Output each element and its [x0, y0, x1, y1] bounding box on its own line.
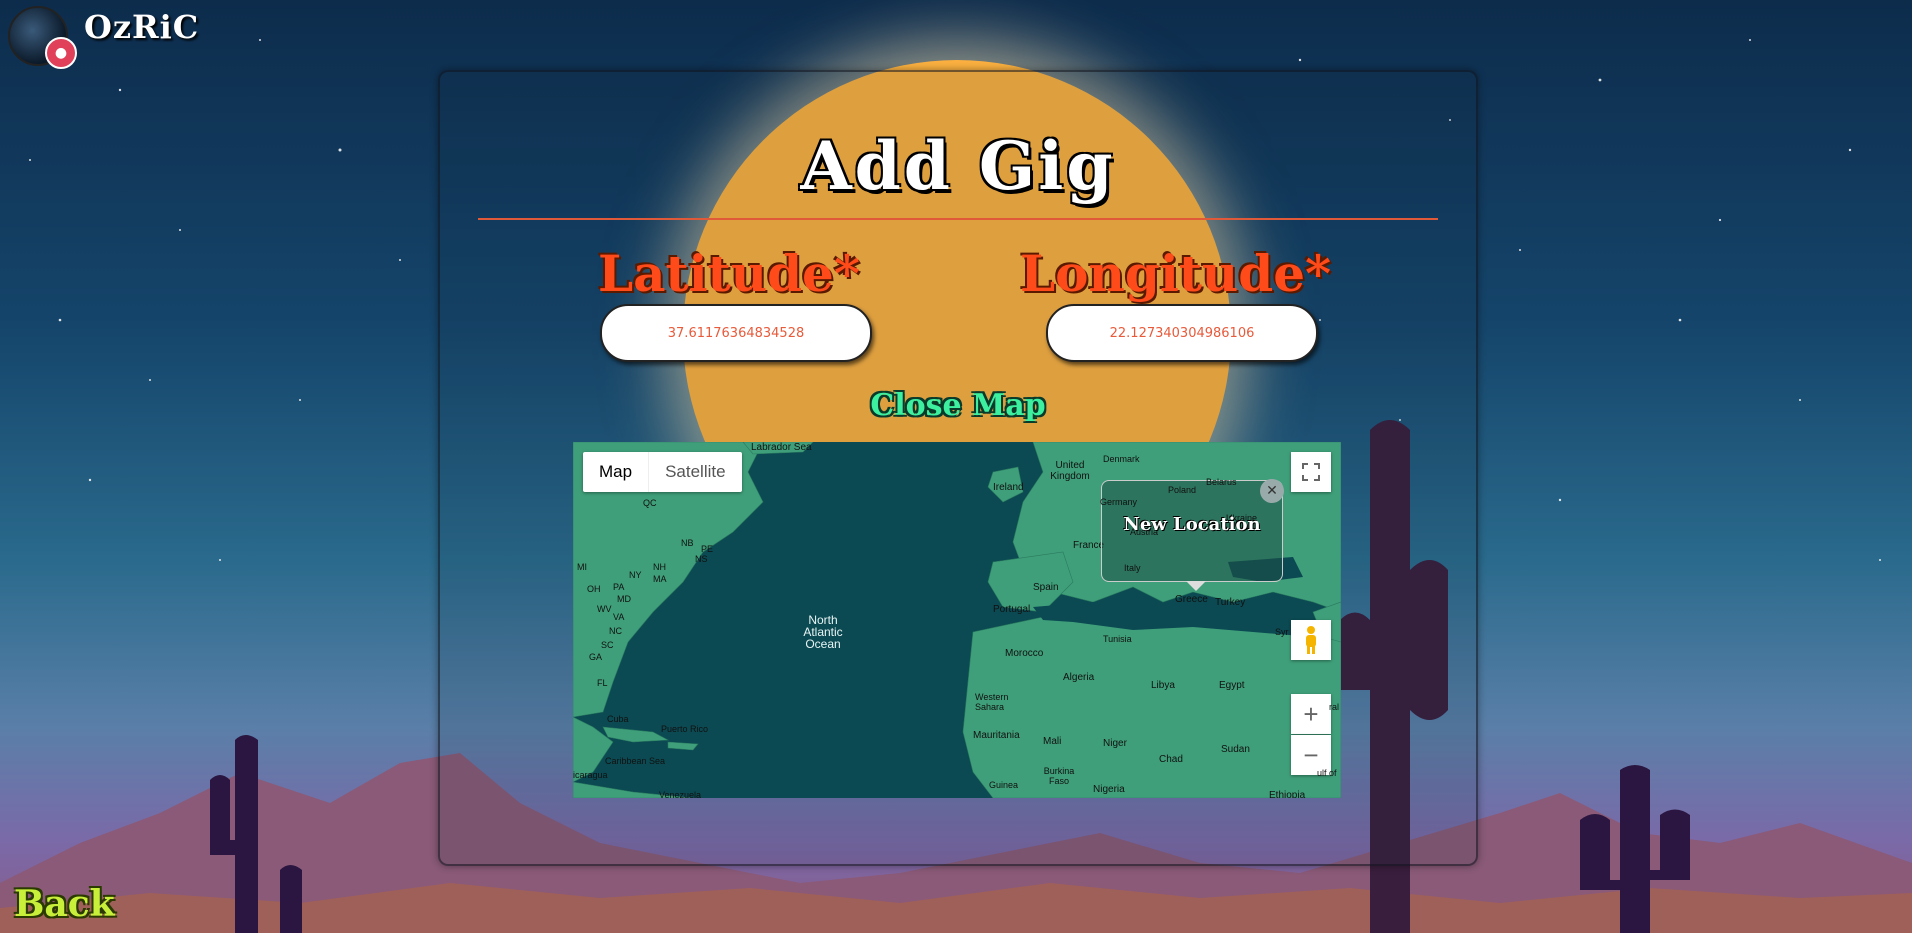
map-type-control: Map Satellite	[583, 452, 742, 492]
map-label: MI	[577, 562, 587, 572]
map-label: GA	[589, 652, 603, 662]
map-label: United Kingdom	[1050, 460, 1090, 482]
map-type-satellite-button[interactable]: Satellite	[648, 452, 741, 492]
map-label: FL	[597, 678, 608, 688]
map-label: Labrador Sea	[751, 442, 812, 453]
map-label: OH	[587, 584, 601, 594]
latitude-label: Latitude*	[598, 244, 861, 303]
map-label: Belarus	[1206, 477, 1237, 487]
back-button[interactable]: Back	[14, 883, 115, 925]
map-label: NC	[609, 626, 622, 636]
map-label: Western Sahara	[975, 692, 1009, 712]
map-label: ulf of	[1317, 768, 1337, 778]
map-label: ral	[1329, 702, 1340, 712]
map-label: NH	[653, 562, 666, 572]
map-label: icaragua	[573, 770, 608, 780]
map-label: Poland	[1168, 485, 1197, 495]
map-type-map-button[interactable]: Map	[583, 452, 648, 492]
fullscreen-glyph	[1302, 463, 1320, 481]
close-icon[interactable]: ✕	[1260, 479, 1284, 503]
pegman-glyph	[1306, 626, 1316, 654]
map-label: Algeria	[1063, 672, 1095, 683]
map-label: Tunisia	[1103, 634, 1132, 644]
map-label: Mali	[1043, 736, 1062, 747]
map-label: SC	[601, 640, 614, 650]
map-label: Burkina Faso	[1043, 766, 1075, 786]
map-label: Sudan	[1221, 744, 1250, 755]
latitude-input[interactable]: 37.61176364834528	[600, 304, 872, 362]
map-label: WV	[597, 604, 612, 614]
map-label: North Atlantic Ocean	[803, 613, 843, 651]
map-label: France	[1073, 540, 1105, 551]
map-label: PA	[613, 582, 625, 592]
map-label: Italy	[1124, 563, 1141, 573]
info-window-pointer	[1186, 581, 1206, 591]
map-label: Spain	[1033, 582, 1059, 593]
map-label: MD	[617, 594, 631, 604]
map-view[interactable]: Map Satellite + − Labrador Sea Denmark U…	[573, 442, 1341, 798]
brand-name: OzRiC	[84, 8, 200, 46]
map-label: NY	[629, 570, 642, 580]
map-label: MA	[653, 574, 667, 584]
map-label: QC	[643, 498, 657, 508]
map-label: Libya	[1151, 680, 1175, 691]
pegman-icon[interactable]	[1291, 620, 1331, 660]
map-label: Mauritania	[973, 730, 1020, 741]
map-label: VA	[613, 612, 625, 622]
map-label: NB	[681, 538, 694, 548]
info-window: Poland Belarus Germany Austria Ukraine I…	[1100, 477, 1284, 591]
map-label: Syr	[1275, 627, 1289, 637]
map-label: Ethiopia	[1269, 790, 1306, 798]
map-label: Guinea	[989, 780, 1019, 790]
map-label: NS	[695, 554, 708, 564]
map-label: Puerto Rico	[661, 724, 709, 734]
map-label: Niger	[1103, 738, 1127, 749]
page-title: Add Gig	[800, 127, 1116, 205]
close-map-button[interactable]: Close Map	[440, 388, 1476, 423]
map-label: Ireland	[993, 482, 1024, 493]
map-label: Caribbean Sea	[605, 756, 666, 766]
map-label: Cuba	[607, 714, 629, 724]
map-label: Nigeria	[1093, 784, 1125, 795]
title-divider	[478, 218, 1438, 220]
fullscreen-icon[interactable]	[1291, 452, 1331, 492]
map-label: Portugal	[993, 604, 1031, 615]
map-label: Greece	[1175, 594, 1208, 605]
map-label: Germany	[1100, 497, 1138, 507]
map-label: Chad	[1159, 754, 1183, 765]
map-label: Venezuela	[659, 790, 702, 798]
chat-icon[interactable]: ●	[45, 37, 77, 69]
map-label: Turkey	[1215, 597, 1246, 608]
longitude-label: Longitude*	[1020, 244, 1332, 303]
info-window-title: New Location	[1123, 514, 1261, 535]
longitude-input[interactable]: 22.127340304986106	[1046, 304, 1318, 362]
zoom-in-button[interactable]: +	[1291, 694, 1331, 734]
cactus-far-right	[1580, 765, 1690, 933]
map-label: Morocco	[1005, 648, 1044, 659]
map-label: Denmark	[1103, 454, 1140, 464]
cactus-left	[210, 735, 302, 933]
map-label: PE	[701, 544, 714, 554]
map-label: Egypt	[1219, 680, 1245, 691]
